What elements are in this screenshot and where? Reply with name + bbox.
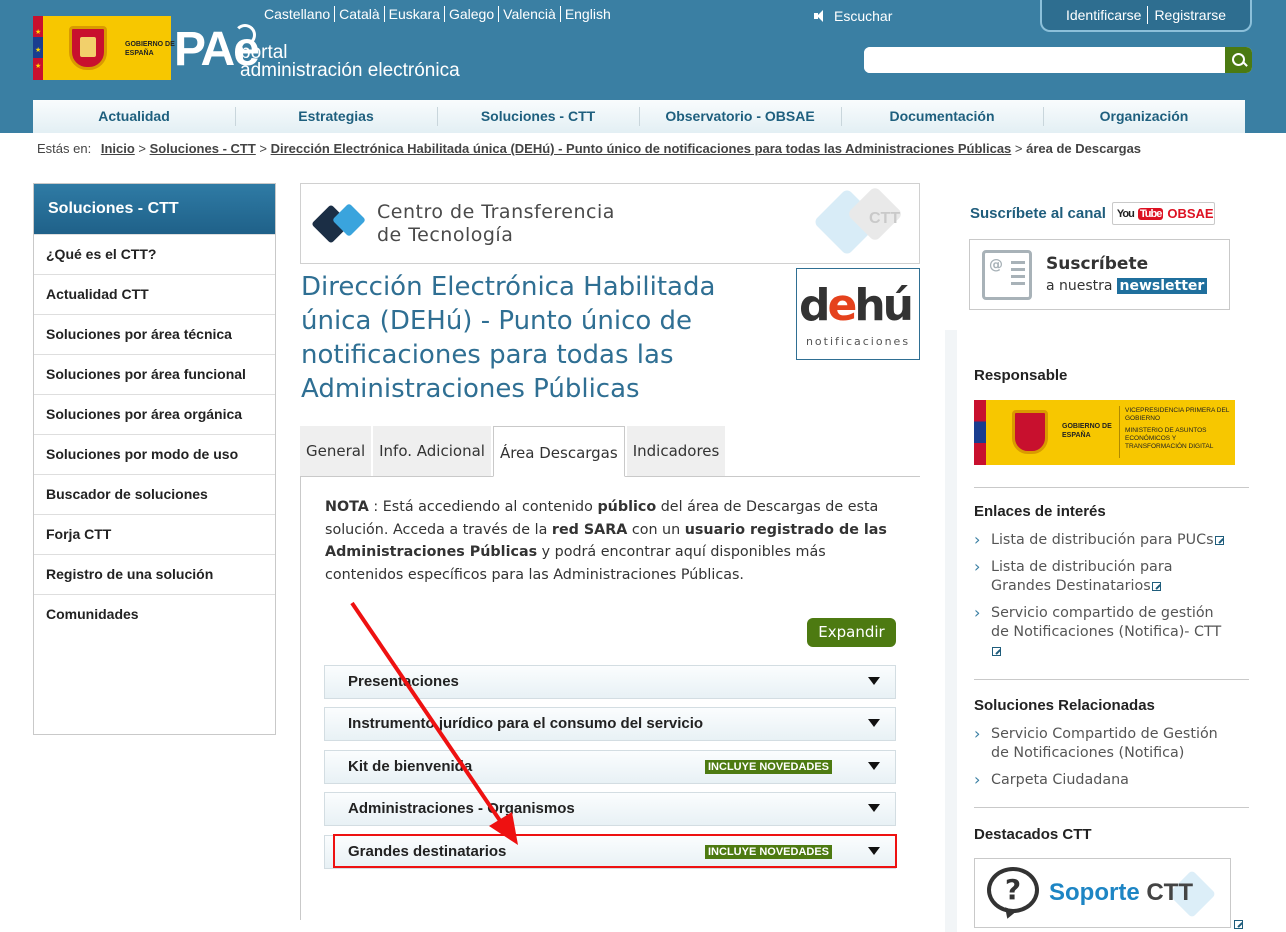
youtube-obsae-badge[interactable]: You Tube OBSAE	[1111, 202, 1215, 225]
breadcrumb-current: área de Descargas	[1026, 141, 1142, 156]
accordion-administraciones[interactable]: Administraciones - Organismos	[324, 792, 896, 826]
newsletter-icon	[982, 250, 1032, 300]
register-link[interactable]: Registrarse	[1148, 7, 1232, 23]
sidebar-item-forja[interactable]: Forja CTT	[34, 514, 275, 554]
search-bar	[864, 47, 1252, 73]
login-link[interactable]: Identificarse	[1060, 7, 1147, 23]
question-bubble-icon: ?	[987, 867, 1039, 913]
coat-of-arms-icon	[1012, 410, 1048, 454]
sidebar-item-comunidades[interactable]: Comunidades	[34, 594, 275, 634]
caret-down-icon	[868, 804, 880, 812]
destacados-title: Destacados CTT	[974, 826, 1092, 843]
tab-indicadores[interactable]: Indicadores	[626, 426, 726, 476]
pae-logo-subtitle: portal administración electrónica	[240, 42, 460, 81]
link-pucs[interactable]: Lista de distribución para PUCs	[974, 530, 1236, 550]
tab-general[interactable]: General	[300, 426, 372, 476]
link-grandes-destinatarios[interactable]: Lista de distribución para Grandes Desti…	[974, 557, 1236, 596]
breadcrumb: Estás en: Inicio > Soluciones - CTT > Di…	[37, 141, 1142, 156]
sidebar-item-buscador[interactable]: Buscador de soluciones	[34, 474, 275, 514]
sidebar-item-registro[interactable]: Registro de una solución	[34, 554, 275, 594]
ctt-banner-text: Centro de Transferencia de Tecnología	[377, 201, 615, 246]
breadcrumb-soluciones[interactable]: Soluciones - CTT	[150, 141, 256, 156]
accordion-instrumento-juridico[interactable]: Instrumento jurídico para el consumo del…	[324, 707, 896, 741]
link-carpeta-ciudadana[interactable]: Carpeta Ciudadana	[974, 770, 1236, 790]
dehu-logo: dehú notificaciones	[796, 268, 920, 360]
tab-area-descargas[interactable]: Área Descargas	[492, 426, 625, 477]
language-selector: Castellano Català Euskara Galego Valenci…	[264, 6, 615, 22]
sidebar-item-area-organica[interactable]: Soluciones por área orgánica	[34, 394, 275, 434]
main-navigation: Actualidad Estrategias Soluciones - CTT …	[33, 100, 1245, 133]
external-link-icon	[1234, 920, 1243, 929]
lang-valencia[interactable]: Valencià	[499, 6, 561, 22]
lang-catala[interactable]: Català	[335, 6, 385, 22]
sidebar-item-area-funcional[interactable]: Soluciones por área funcional	[34, 354, 275, 394]
page-title: Dirección Electrónica Habilitada única (…	[301, 272, 716, 404]
listen-button[interactable]: Escuchar	[814, 8, 892, 24]
nav-documentacion[interactable]: Documentación	[841, 100, 1043, 133]
gov-logo-text: GOBIERNO DE ESPAÑA	[125, 41, 175, 57]
accordion-presentaciones[interactable]: Presentaciones	[324, 665, 896, 699]
caret-down-icon	[868, 677, 880, 685]
newsletter-banner[interactable]: Suscríbete a nuestranewsletter	[969, 239, 1230, 310]
caret-down-icon	[868, 719, 880, 727]
ctt-banner[interactable]: Centro de Transferencia de Tecnología CT…	[300, 183, 920, 264]
sidebar-title[interactable]: Soluciones - CTT	[34, 184, 275, 234]
gobierno-espana-logo[interactable]: ★ ★ ★ GOBIERNO DE ESPAÑA	[33, 16, 175, 80]
accordion-kit-bienvenida[interactable]: Kit de bienvenida INCLUYE NOVEDADES	[324, 750, 896, 784]
soporte-ctt-banner[interactable]: ? Soporte CTT	[974, 858, 1231, 928]
enlaces-title: Enlaces de interés	[974, 503, 1106, 520]
ctt-watermark-icon: CTT	[809, 185, 909, 260]
nav-actualidad[interactable]: Actualidad	[33, 100, 235, 133]
external-link-icon	[1151, 581, 1161, 591]
caret-down-icon	[868, 762, 880, 770]
nav-soluciones-ctt[interactable]: Soluciones - CTT	[437, 100, 639, 133]
ministry-logo[interactable]: GOBIERNO DE ESPAÑA VICEPRESIDENCIA PRIME…	[974, 400, 1235, 465]
relacionadas-list: Servicio Compartido de Gestión de Notifi…	[974, 724, 1236, 798]
solution-tabs: General Info. Adicional Área Descargas I…	[300, 426, 920, 477]
novedades-badge: INCLUYE NOVEDADES	[705, 760, 833, 774]
breadcrumb-inicio[interactable]: Inicio	[101, 141, 135, 156]
lang-castellano[interactable]: Castellano	[264, 6, 336, 22]
enlaces-list: Lista de distribución para PUCs Lista de…	[974, 530, 1236, 669]
expand-button[interactable]: Expandir	[807, 618, 896, 647]
sidebar-item-modo-uso[interactable]: Soluciones por modo de uso	[34, 434, 275, 474]
sidebar-item-actualidad-ctt[interactable]: Actualidad CTT	[34, 274, 275, 314]
nav-organizacion[interactable]: Organización	[1043, 100, 1245, 133]
speaker-icon	[814, 10, 828, 22]
left-sidebar: Soluciones - CTT ¿Qué es el CTT? Actuali…	[33, 183, 276, 735]
tab-info-adicional[interactable]: Info. Adicional	[373, 426, 491, 476]
external-link-icon	[1214, 535, 1224, 545]
lang-english[interactable]: English	[561, 6, 615, 22]
breadcrumb-dehu[interactable]: Dirección Electrónica Habilitada única (…	[271, 141, 1012, 156]
lang-euskara[interactable]: Euskara	[385, 6, 445, 22]
auth-links: Identificarse Registrarse	[1040, 0, 1252, 32]
subscribe-channel[interactable]: Suscríbete al canal You Tube OBSAE	[970, 202, 1215, 225]
site-header: ★ ★ ★ GOBIERNO DE ESPAÑA PAe portal admini…	[0, 0, 1286, 133]
coat-of-arms-icon	[69, 26, 107, 70]
sidebar-item-que-es-ctt[interactable]: ¿Qué es el CTT?	[34, 234, 275, 274]
lang-galego[interactable]: Galego	[445, 6, 500, 22]
search-button[interactable]	[1225, 47, 1252, 73]
search-input[interactable]	[864, 47, 1224, 73]
ctt-logo-icon	[311, 198, 366, 246]
nota-paragraph: NOTA : Está accediendo al contenido públ…	[325, 499, 887, 583]
sidebar-item-area-tecnica[interactable]: Soluciones por área técnica	[34, 314, 275, 354]
nav-observatorio[interactable]: Observatorio - OBSAE	[639, 100, 841, 133]
responsable-title: Responsable	[974, 367, 1068, 384]
relacionadas-title: Soluciones Relacionadas	[974, 697, 1155, 714]
link-notifica[interactable]: Servicio Compartido de Gestión de Notifi…	[974, 724, 1236, 763]
link-notifica-ctt[interactable]: Servicio compartido de gestión de Notifi…	[974, 603, 1236, 661]
external-link-icon	[992, 646, 1001, 656]
annotation-highlight-box	[333, 834, 897, 868]
nav-estrategias[interactable]: Estrategias	[235, 100, 437, 133]
